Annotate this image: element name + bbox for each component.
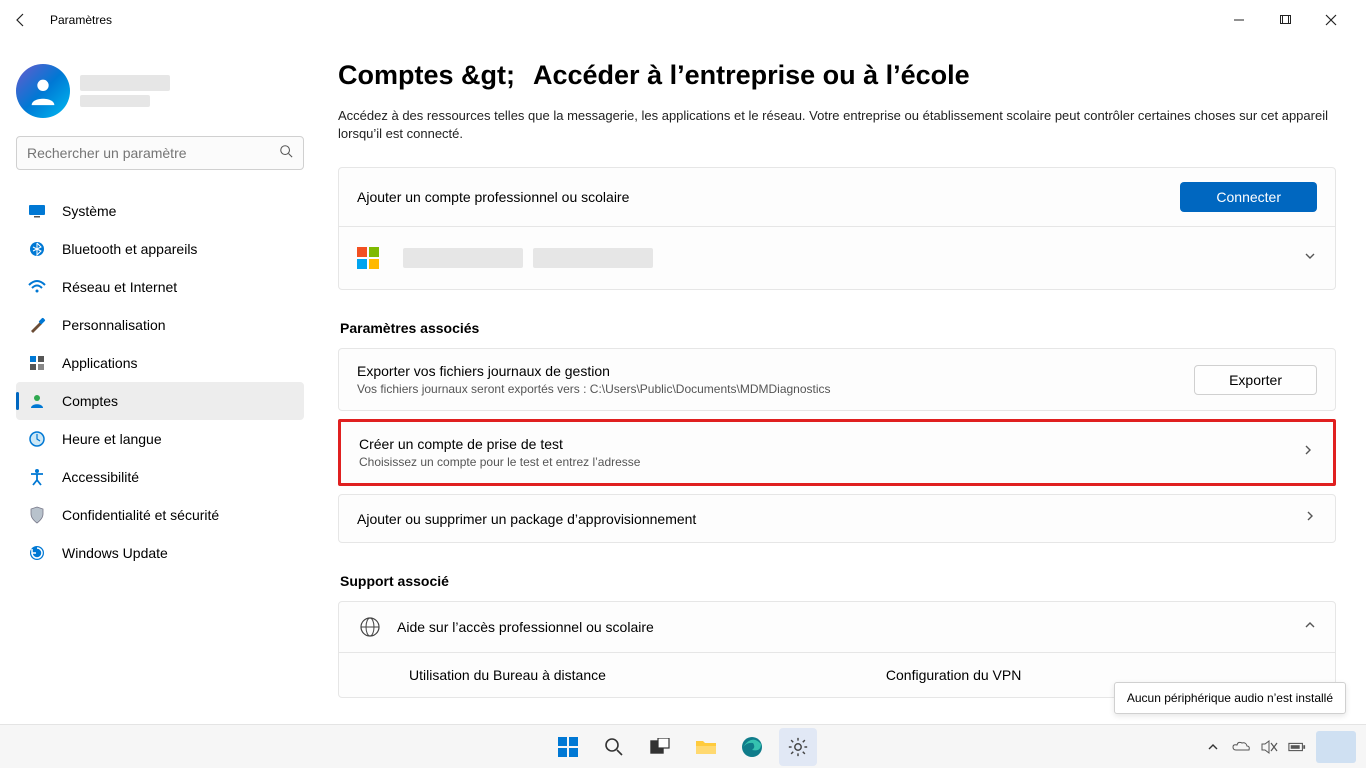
shield-icon <box>28 506 46 524</box>
taskview-button[interactable] <box>641 728 679 766</box>
start-button[interactable] <box>549 728 587 766</box>
sidebar-item-personalization[interactable]: Personnalisation <box>16 306 304 344</box>
taskbar-search-button[interactable] <box>595 728 633 766</box>
export-logs-row: Exporter vos fichiers journaux de gestio… <box>338 348 1336 411</box>
account-detail-redacted <box>533 248 653 268</box>
sidebar-item-label: Confidentialité et sécurité <box>62 507 219 523</box>
sidebar-item-label: Windows Update <box>62 545 168 561</box>
sidebar: Système Bluetooth et appareils Réseau et… <box>0 40 320 728</box>
close-button[interactable] <box>1308 4 1354 36</box>
profile-email-redacted <box>80 95 150 107</box>
provisioning-row[interactable]: Ajouter ou supprimer un package d’approv… <box>338 494 1336 543</box>
help-title: Aide sur l’accès professionnel ou scolai… <box>397 619 654 635</box>
minimize-button[interactable] <box>1216 4 1262 36</box>
export-title: Exporter vos fichiers journaux de gestio… <box>357 363 831 379</box>
test-account-title: Créer un compte de prise de test <box>359 436 640 452</box>
system-icon <box>28 202 46 220</box>
breadcrumb-parent[interactable]: Comptes &gt; <box>338 60 515 91</box>
export-button[interactable]: Exporter <box>1194 365 1317 395</box>
globe-clock-icon <box>28 430 46 448</box>
support-header: Support associé <box>340 573 1336 589</box>
breadcrumb: Comptes &gt; Accéder à l’entreprise ou à… <box>338 60 1336 91</box>
sidebar-item-label: Applications <box>62 355 138 371</box>
help-link-remote[interactable]: Utilisation du Bureau à distance <box>409 667 606 683</box>
microsoft-logo-icon <box>357 247 379 269</box>
systray-battery-icon[interactable] <box>1288 738 1306 756</box>
settings-taskbar-button[interactable] <box>779 728 817 766</box>
taskbar-clock[interactable] <box>1316 731 1356 763</box>
help-row[interactable]: Aide sur l’accès professionnel ou scolai… <box>339 602 1335 652</box>
search-input-container[interactable] <box>16 136 304 170</box>
search-input[interactable] <box>27 145 279 161</box>
connect-button[interactable]: Connecter <box>1180 182 1317 212</box>
update-icon <box>28 544 46 562</box>
audio-tooltip: Aucun périphérique audio n’est installé <box>1114 682 1346 714</box>
sidebar-item-apps[interactable]: Applications <box>16 344 304 382</box>
sidebar-item-label: Système <box>62 203 116 219</box>
window-titlebar: Paramètres <box>0 0 1366 40</box>
related-settings-header: Paramètres associés <box>340 320 1336 336</box>
help-link-vpn[interactable]: Configuration du VPN <box>886 667 1021 683</box>
sidebar-item-label: Comptes <box>62 393 118 409</box>
systray-onedrive-icon[interactable] <box>1232 738 1250 756</box>
brush-icon <box>28 316 46 334</box>
existing-account-row[interactable] <box>339 226 1335 289</box>
sidebar-item-system[interactable]: Système <box>16 192 304 230</box>
test-account-sub: Choisissez un compte pour le test et ent… <box>359 455 640 469</box>
window-title: Paramètres <box>50 13 112 27</box>
systray-expand-icon[interactable] <box>1204 738 1222 756</box>
taskbar <box>0 724 1366 768</box>
sidebar-item-label: Bluetooth et appareils <box>62 241 197 257</box>
page-title: Accéder à l’entreprise ou à l’école <box>533 60 970 91</box>
sidebar-item-time[interactable]: Heure et langue <box>16 420 304 458</box>
bluetooth-icon <box>28 240 46 258</box>
export-sub: Vos fichiers journaux seront exportés ve… <box>357 382 831 396</box>
create-test-account-row[interactable]: Créer un compte de prise de test Choisis… <box>338 419 1336 486</box>
sidebar-item-label: Accessibilité <box>62 469 139 485</box>
globe-icon <box>357 616 383 638</box>
edge-button[interactable] <box>733 728 771 766</box>
maximize-button[interactable] <box>1262 4 1308 36</box>
chevron-down-icon <box>1303 249 1317 268</box>
profile-block[interactable] <box>16 64 304 118</box>
systray-audio-muted-icon[interactable] <box>1260 738 1278 756</box>
accounts-card: Ajouter un compte professionnel ou scola… <box>338 167 1336 290</box>
add-account-row: Ajouter un compte professionnel ou scola… <box>339 168 1335 226</box>
back-button[interactable] <box>12 11 30 29</box>
chevron-up-icon <box>1303 618 1317 637</box>
apps-icon <box>28 354 46 372</box>
page-description: Accédez à des ressources telles que la m… <box>338 107 1336 143</box>
avatar <box>16 64 70 118</box>
sidebar-item-label: Réseau et Internet <box>62 279 177 295</box>
provisioning-title: Ajouter ou supprimer un package d’approv… <box>357 511 696 527</box>
sidebar-item-label: Personnalisation <box>62 317 166 333</box>
search-icon <box>279 144 293 163</box>
sidebar-item-label: Heure et langue <box>62 431 162 447</box>
sidebar-item-accessibility[interactable]: Accessibilité <box>16 458 304 496</box>
sidebar-item-privacy[interactable]: Confidentialité et sécurité <box>16 496 304 534</box>
file-explorer-button[interactable] <box>687 728 725 766</box>
person-icon <box>28 392 46 410</box>
chevron-right-icon <box>1303 509 1317 528</box>
sidebar-item-bluetooth[interactable]: Bluetooth et appareils <box>16 230 304 268</box>
accessibility-icon <box>28 468 46 486</box>
chevron-right-icon <box>1301 443 1315 462</box>
add-account-label: Ajouter un compte professionnel ou scola… <box>357 189 629 205</box>
main-content: Comptes &gt; Accéder à l’entreprise ou à… <box>320 40 1366 728</box>
sidebar-item-accounts[interactable]: Comptes <box>16 382 304 420</box>
sidebar-item-network[interactable]: Réseau et Internet <box>16 268 304 306</box>
wifi-icon <box>28 278 46 296</box>
profile-name-redacted <box>80 75 170 91</box>
sidebar-item-update[interactable]: Windows Update <box>16 534 304 572</box>
account-name-redacted <box>403 248 523 268</box>
